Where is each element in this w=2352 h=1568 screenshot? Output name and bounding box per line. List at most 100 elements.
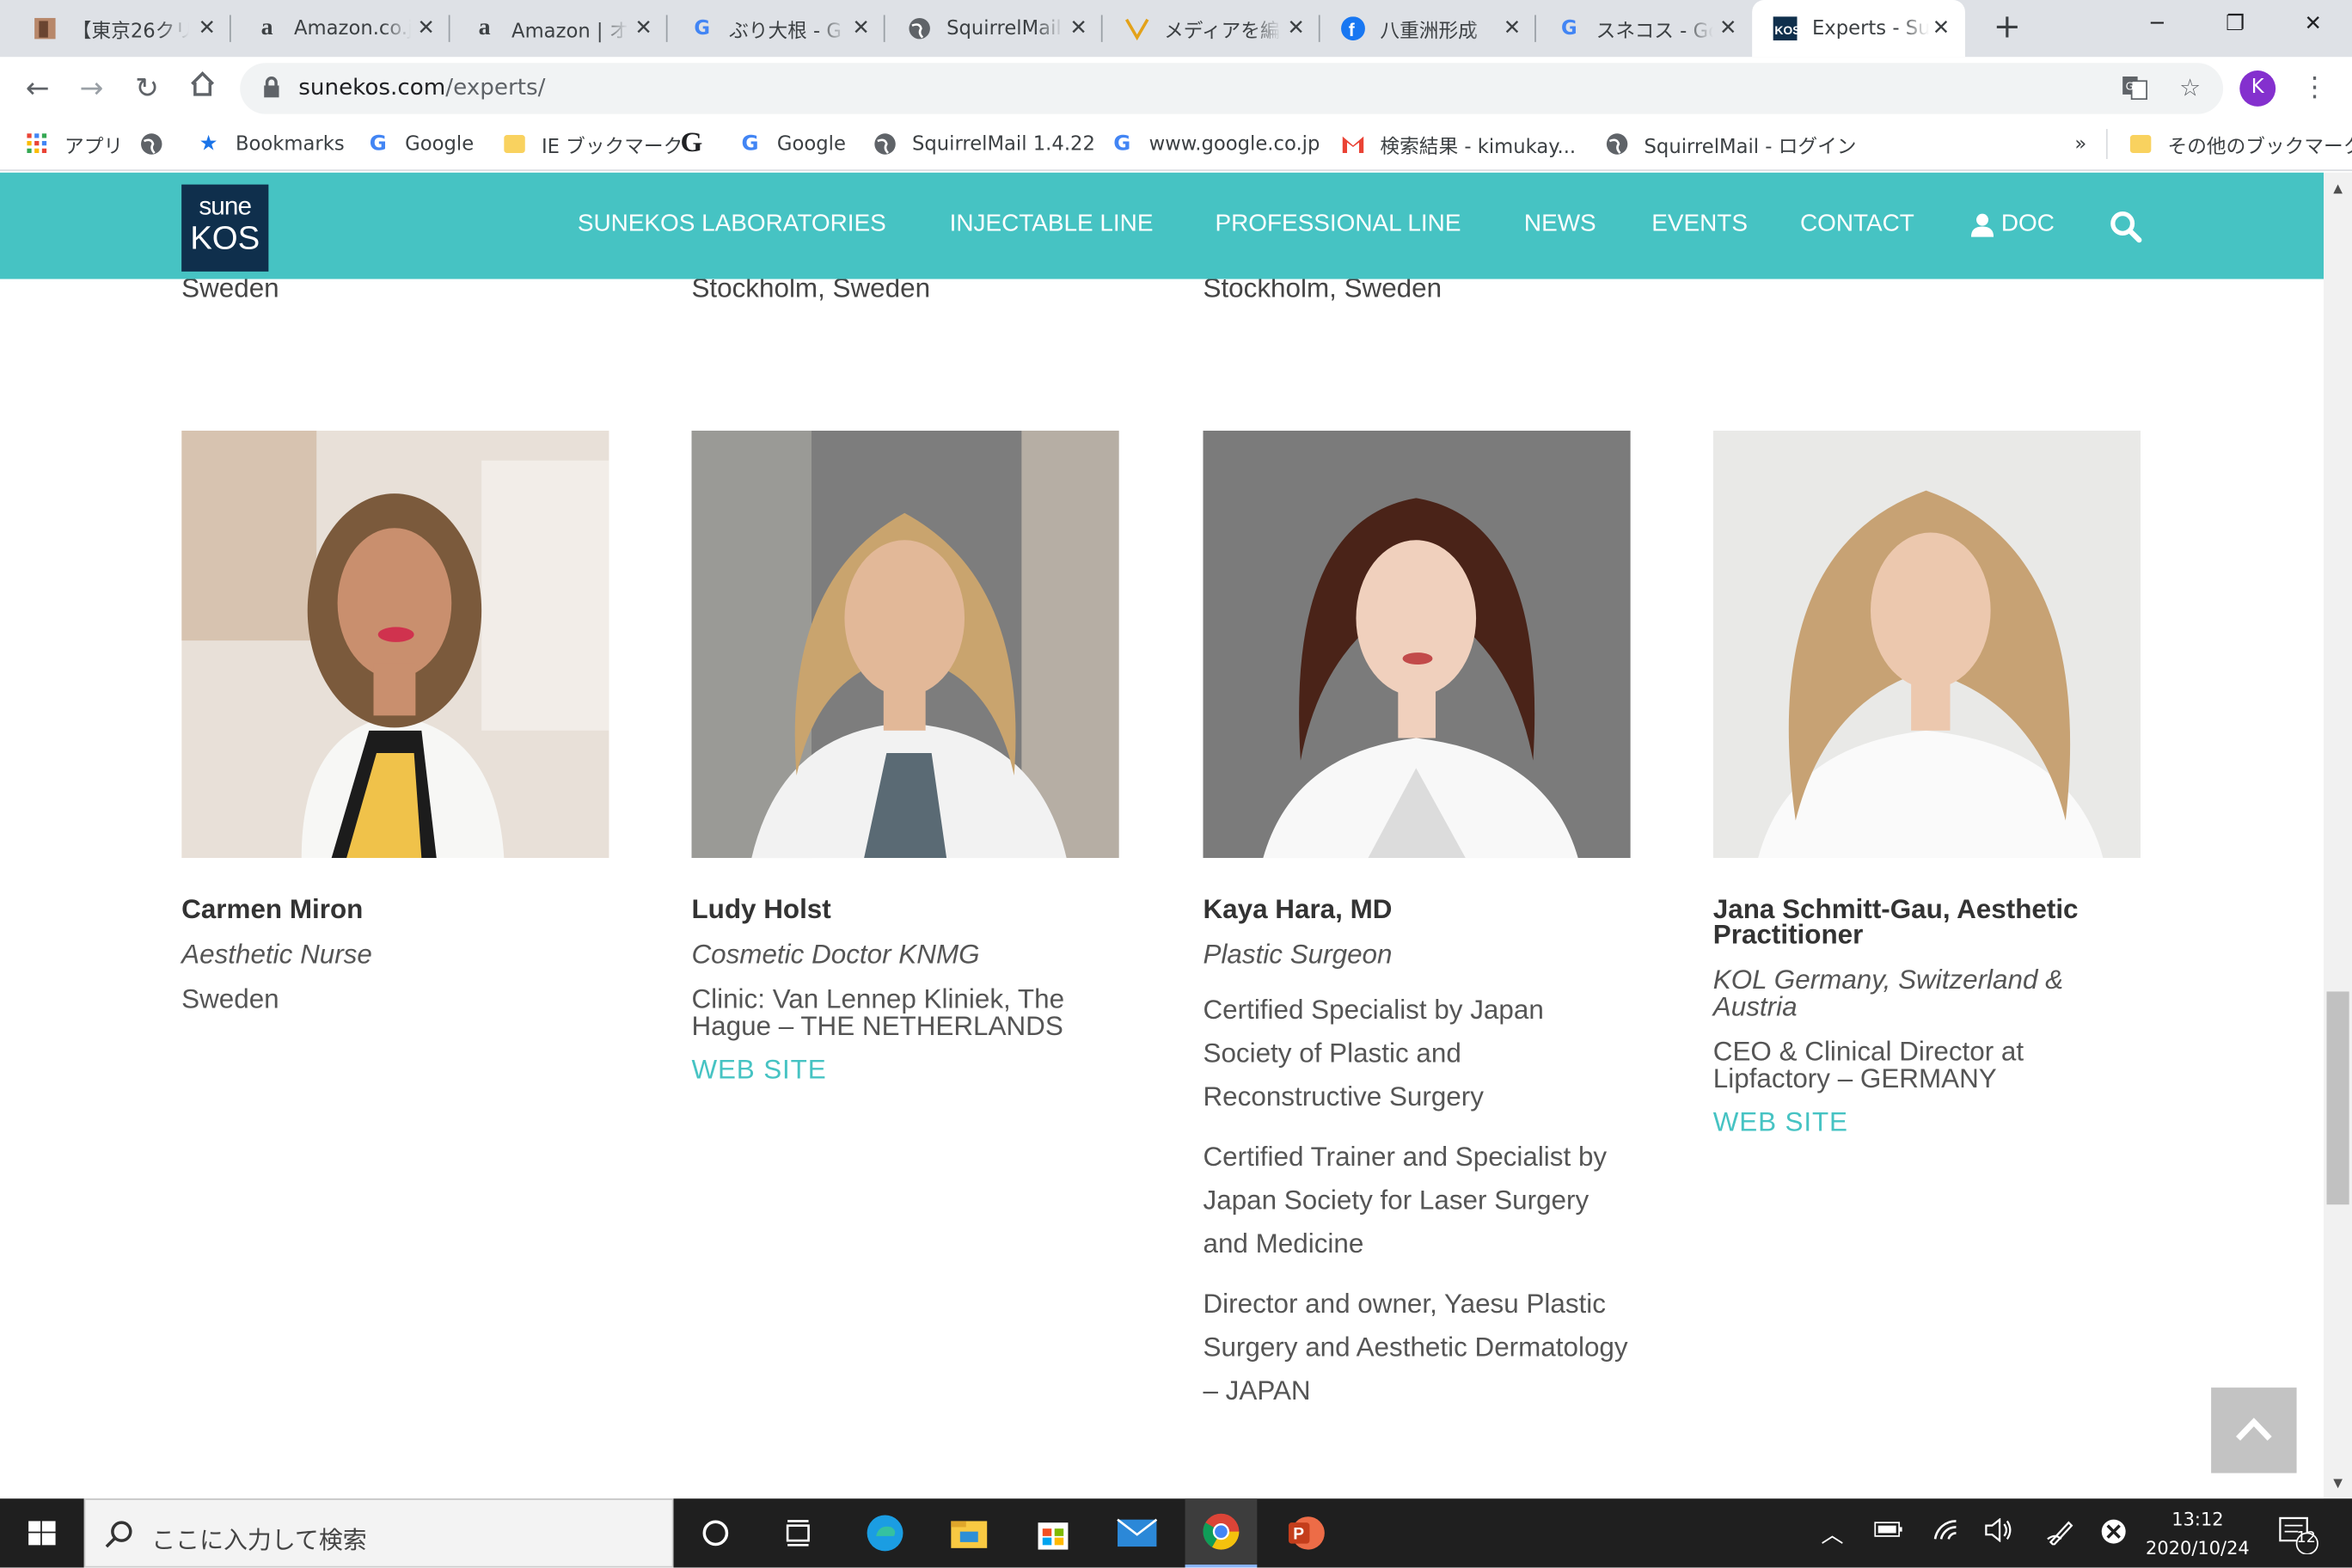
tab-5[interactable]: SquirrelMail ✕ bbox=[886, 0, 1103, 57]
chrome-taskbar-icon[interactable] bbox=[1185, 1498, 1258, 1568]
nav-doc[interactable]: DOC bbox=[1970, 211, 2055, 238]
url-text[interactable]: sunekos.com/experts/ bbox=[298, 74, 545, 101]
start-button[interactable] bbox=[0, 1498, 84, 1567]
notification-count: 12 bbox=[2296, 1529, 2316, 1547]
battery-icon[interactable] bbox=[1874, 1518, 1904, 1545]
mail-icon[interactable] bbox=[1101, 1498, 1173, 1567]
close-icon[interactable]: ✕ bbox=[1500, 16, 1524, 40]
close-icon[interactable]: ✕ bbox=[1067, 16, 1091, 40]
close-icon[interactable]: ✕ bbox=[1716, 16, 1740, 40]
bookmark-google-jp[interactable]: G www.google.co.jp bbox=[1110, 129, 1320, 159]
close-icon[interactable]: ✕ bbox=[195, 16, 219, 40]
nav-injectable-line[interactable]: INJECTABLE LINE bbox=[950, 211, 1154, 238]
bookmark-apps[interactable]: アプリ bbox=[26, 129, 123, 159]
powerpoint-icon[interactable]: P bbox=[1269, 1498, 1341, 1567]
translate-icon[interactable]: G bbox=[2120, 74, 2150, 104]
close-icon[interactable]: ✕ bbox=[414, 16, 438, 40]
close-icon[interactable]: ✕ bbox=[849, 16, 873, 40]
close-window-button[interactable]: ✕ bbox=[2274, 0, 2352, 48]
tab-4[interactable]: G ぶり大根 - G ✕ bbox=[669, 0, 885, 57]
bookmark-star-icon[interactable]: ☆ bbox=[2175, 74, 2205, 104]
nav-sunekos-laboratories[interactable]: SUNEKOS LABORATORIES bbox=[578, 211, 886, 238]
profile-avatar[interactable]: K bbox=[2239, 70, 2276, 107]
bookmark-google-2[interactable]: G Google bbox=[738, 129, 845, 159]
nav-contact[interactable]: CONTACT bbox=[1800, 211, 1914, 238]
tray-chevron-icon[interactable]: ︿ bbox=[1821, 1518, 1843, 1550]
tab-2[interactable]: a Amazon.co.jp ✕ bbox=[234, 0, 450, 57]
notification-center-icon[interactable]: 12 bbox=[2277, 1515, 2319, 1559]
home-button[interactable] bbox=[183, 69, 222, 107]
tab-1[interactable]: 【東京26クリ ✕ bbox=[12, 0, 231, 57]
pen-workspace-icon[interactable] bbox=[2046, 1518, 2076, 1551]
sunekos-logo[interactable]: sune KOS bbox=[181, 184, 269, 272]
forward-button[interactable]: → bbox=[72, 69, 111, 107]
user-icon bbox=[1970, 213, 1994, 237]
wifi-icon[interactable] bbox=[1933, 1518, 1960, 1548]
store-icon[interactable] bbox=[1017, 1498, 1089, 1567]
back-button[interactable]: ← bbox=[18, 69, 57, 107]
apps-grid-icon bbox=[26, 132, 50, 156]
expert-name: Kaya Hara, MD bbox=[1203, 894, 1393, 924]
scroll-up-arrow[interactable]: ▲ bbox=[2324, 175, 2352, 201]
volume-icon[interactable] bbox=[1985, 1517, 2015, 1548]
expert-website-link[interactable]: WEB SITE bbox=[1713, 1107, 2142, 1139]
nav-events[interactable]: EVENTS bbox=[1651, 211, 1748, 238]
bookmark-bookmarks[interactable]: ★ Bookmarks bbox=[197, 129, 345, 159]
tab-9-active[interactable]: KOS Experts - Su ✕ bbox=[1752, 0, 1965, 58]
system-clock[interactable]: 13:12 2020/10/24 bbox=[2138, 1506, 2258, 1563]
nav-news[interactable]: NEWS bbox=[1524, 211, 1596, 238]
globe-icon bbox=[1605, 132, 1629, 156]
lock-icon bbox=[264, 77, 279, 98]
tab-title: ぶり大根 - G bbox=[729, 20, 842, 43]
minimize-button[interactable]: ─ bbox=[2118, 0, 2196, 48]
close-icon[interactable]: ✕ bbox=[1284, 16, 1308, 40]
ime-status-icon[interactable] bbox=[2100, 1518, 2127, 1551]
other-bookmarks[interactable]: その他のブックマーク bbox=[2128, 129, 2352, 159]
search-icon[interactable] bbox=[2109, 210, 2142, 243]
cortana-icon[interactable] bbox=[679, 1498, 751, 1567]
expert-info: Clinic: Van Lennep Kliniek, The Hague – … bbox=[691, 983, 1065, 1042]
google-icon: G bbox=[694, 17, 710, 40]
site-thumbnail-icon bbox=[33, 16, 57, 40]
close-icon[interactable]: ✕ bbox=[1929, 16, 1953, 40]
tab-3[interactable]: a Amazon | オ ✕ bbox=[451, 0, 668, 57]
chevron-up-icon bbox=[2236, 1418, 2272, 1441]
tab-8[interactable]: G スネコス - Go ✕ bbox=[1536, 0, 1752, 57]
restore-button[interactable]: ❐ bbox=[2196, 0, 2275, 48]
expert-website-link[interactable]: WEB SITE bbox=[691, 1055, 1120, 1087]
task-view-icon[interactable] bbox=[762, 1498, 834, 1567]
bookmark-gmail[interactable]: 検索結果 - kimukay... bbox=[1341, 129, 1576, 159]
taskbar-search-box[interactable]: ここに入力して検索 bbox=[83, 1498, 674, 1568]
tab-7[interactable]: f 八重洲形成 ✕ bbox=[1320, 0, 1536, 57]
expert-info: CEO & Clinical Director at Lipfactory – … bbox=[1712, 1036, 2024, 1094]
globe-icon bbox=[908, 16, 932, 40]
close-icon[interactable]: ✕ bbox=[632, 16, 656, 40]
tab-strip: 【東京26クリ ✕ a Amazon.co.jp ✕ a Amazon | オ … bbox=[0, 0, 2352, 58]
new-tab-button[interactable]: + bbox=[1989, 9, 2025, 46]
edge-icon[interactable] bbox=[849, 1498, 922, 1567]
page-scrollbar[interactable]: ▲ ▼ bbox=[2324, 172, 2352, 1499]
expert-photo bbox=[1712, 430, 2141, 859]
chrome-menu-button[interactable]: ⋮ bbox=[2300, 72, 2330, 105]
scroll-down-arrow[interactable]: ▼ bbox=[2324, 1470, 2352, 1496]
bookmark-globe[interactable] bbox=[139, 129, 178, 159]
google-icon: G bbox=[1560, 17, 1577, 40]
reload-button[interactable]: ↻ bbox=[127, 69, 166, 107]
nav-professional-line[interactable]: PROFESSIONAL LINE bbox=[1215, 211, 1461, 238]
gmail-icon bbox=[1341, 132, 1365, 156]
bookmark-squirrelmail-1[interactable]: SquirrelMail 1.4.22 bbox=[873, 129, 1095, 159]
scrollbar-thumb[interactable] bbox=[2326, 991, 2349, 1205]
tab-title: Experts - Su bbox=[1811, 17, 1930, 40]
bookmarks-overflow-button[interactable]: » bbox=[2074, 129, 2086, 159]
bookmark-ie-folder[interactable]: IE ブックマーク bbox=[503, 129, 683, 159]
bookmark-squirrelmail-2[interactable]: SquirrelMail - ログイン bbox=[1605, 129, 1856, 159]
file-explorer-icon[interactable] bbox=[933, 1498, 1005, 1567]
bookmark-google-1[interactable]: G Google bbox=[366, 129, 474, 159]
scroll-to-top-button[interactable] bbox=[2211, 1387, 2297, 1473]
folder-icon bbox=[2128, 132, 2153, 156]
tab-title: 八重洲形成 bbox=[1380, 20, 1478, 43]
tab-title: メディアを編集 bbox=[1164, 20, 1281, 43]
tab-6[interactable]: メディアを編集 ✕ bbox=[1104, 0, 1320, 57]
facebook-icon: f bbox=[1341, 16, 1365, 41]
bookmark-google-g[interactable]: G bbox=[679, 127, 718, 159]
